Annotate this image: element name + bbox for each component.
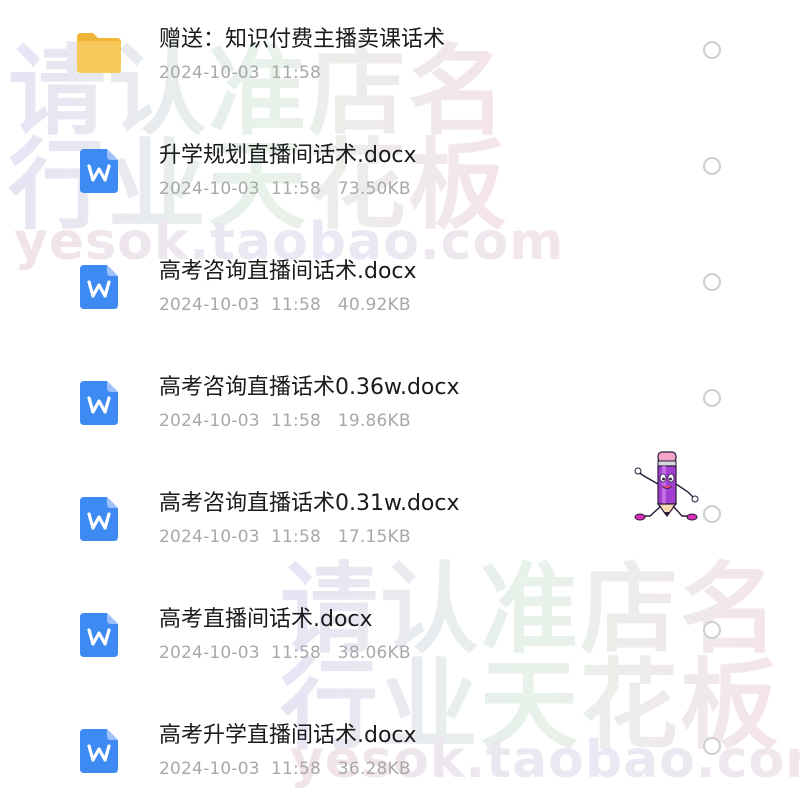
word-doc-icon xyxy=(80,729,118,773)
select-radio[interactable] xyxy=(703,157,721,175)
file-meta: 2024-10-03 11:58 19.86KB xyxy=(159,411,411,431)
file-name: 高考咨询直播话术0.36w.docx xyxy=(159,375,460,400)
file-meta: 2024-10-03 11:58 38.06KB xyxy=(159,643,411,663)
file-name: 赠送：知识付费主播卖课话术 xyxy=(159,27,446,52)
file-name: 高考升学直播间话术.docx xyxy=(159,723,417,748)
word-doc-icon xyxy=(80,149,118,193)
file-list: 赠送：知识付费主播卖课话术 2024-10-03 11:58 升学规划直播间话术… xyxy=(0,0,800,800)
word-doc-icon xyxy=(80,613,118,657)
select-radio[interactable] xyxy=(703,389,721,407)
file-meta: 2024-10-03 11:58 73.50KB xyxy=(159,179,411,199)
file-row-folder[interactable]: 赠送：知识付费主播卖课话术 2024-10-03 11:58 xyxy=(0,3,800,119)
select-radio[interactable] xyxy=(703,505,721,523)
word-doc-icon xyxy=(80,265,118,309)
file-name: 高考直播间话术.docx xyxy=(159,607,373,632)
file-name: 高考咨询直播话术0.31w.docx xyxy=(159,491,460,516)
file-row-docx[interactable]: 高考升学直播间话术.docx 2024-10-03 11:58 36.28KB xyxy=(0,699,800,800)
folder-icon xyxy=(77,33,121,73)
word-doc-icon xyxy=(80,497,118,541)
file-meta: 2024-10-03 11:58 40.92KB xyxy=(159,295,411,315)
file-meta: 2024-10-03 11:58 36.28KB xyxy=(159,759,411,779)
file-name: 升学规划直播间话术.docx xyxy=(159,143,417,168)
file-meta: 2024-10-03 11:58 17.15KB xyxy=(159,527,411,547)
word-doc-icon xyxy=(80,381,118,425)
select-radio[interactable] xyxy=(703,737,721,755)
select-radio[interactable] xyxy=(703,41,721,59)
select-radio[interactable] xyxy=(703,621,721,639)
file-name: 高考咨询直播间话术.docx xyxy=(159,259,417,284)
file-meta: 2024-10-03 11:58 xyxy=(159,63,321,83)
file-row-docx[interactable]: 高考咨询直播间话术.docx 2024-10-03 11:58 40.92KB xyxy=(0,235,800,351)
pencil-mascot-icon xyxy=(634,451,699,521)
file-row-docx[interactable]: 高考直播间话术.docx 2024-10-03 11:58 38.06KB xyxy=(0,583,800,699)
file-row-docx[interactable]: 升学规划直播间话术.docx 2024-10-03 11:58 73.50KB xyxy=(0,119,800,235)
select-radio[interactable] xyxy=(703,273,721,291)
